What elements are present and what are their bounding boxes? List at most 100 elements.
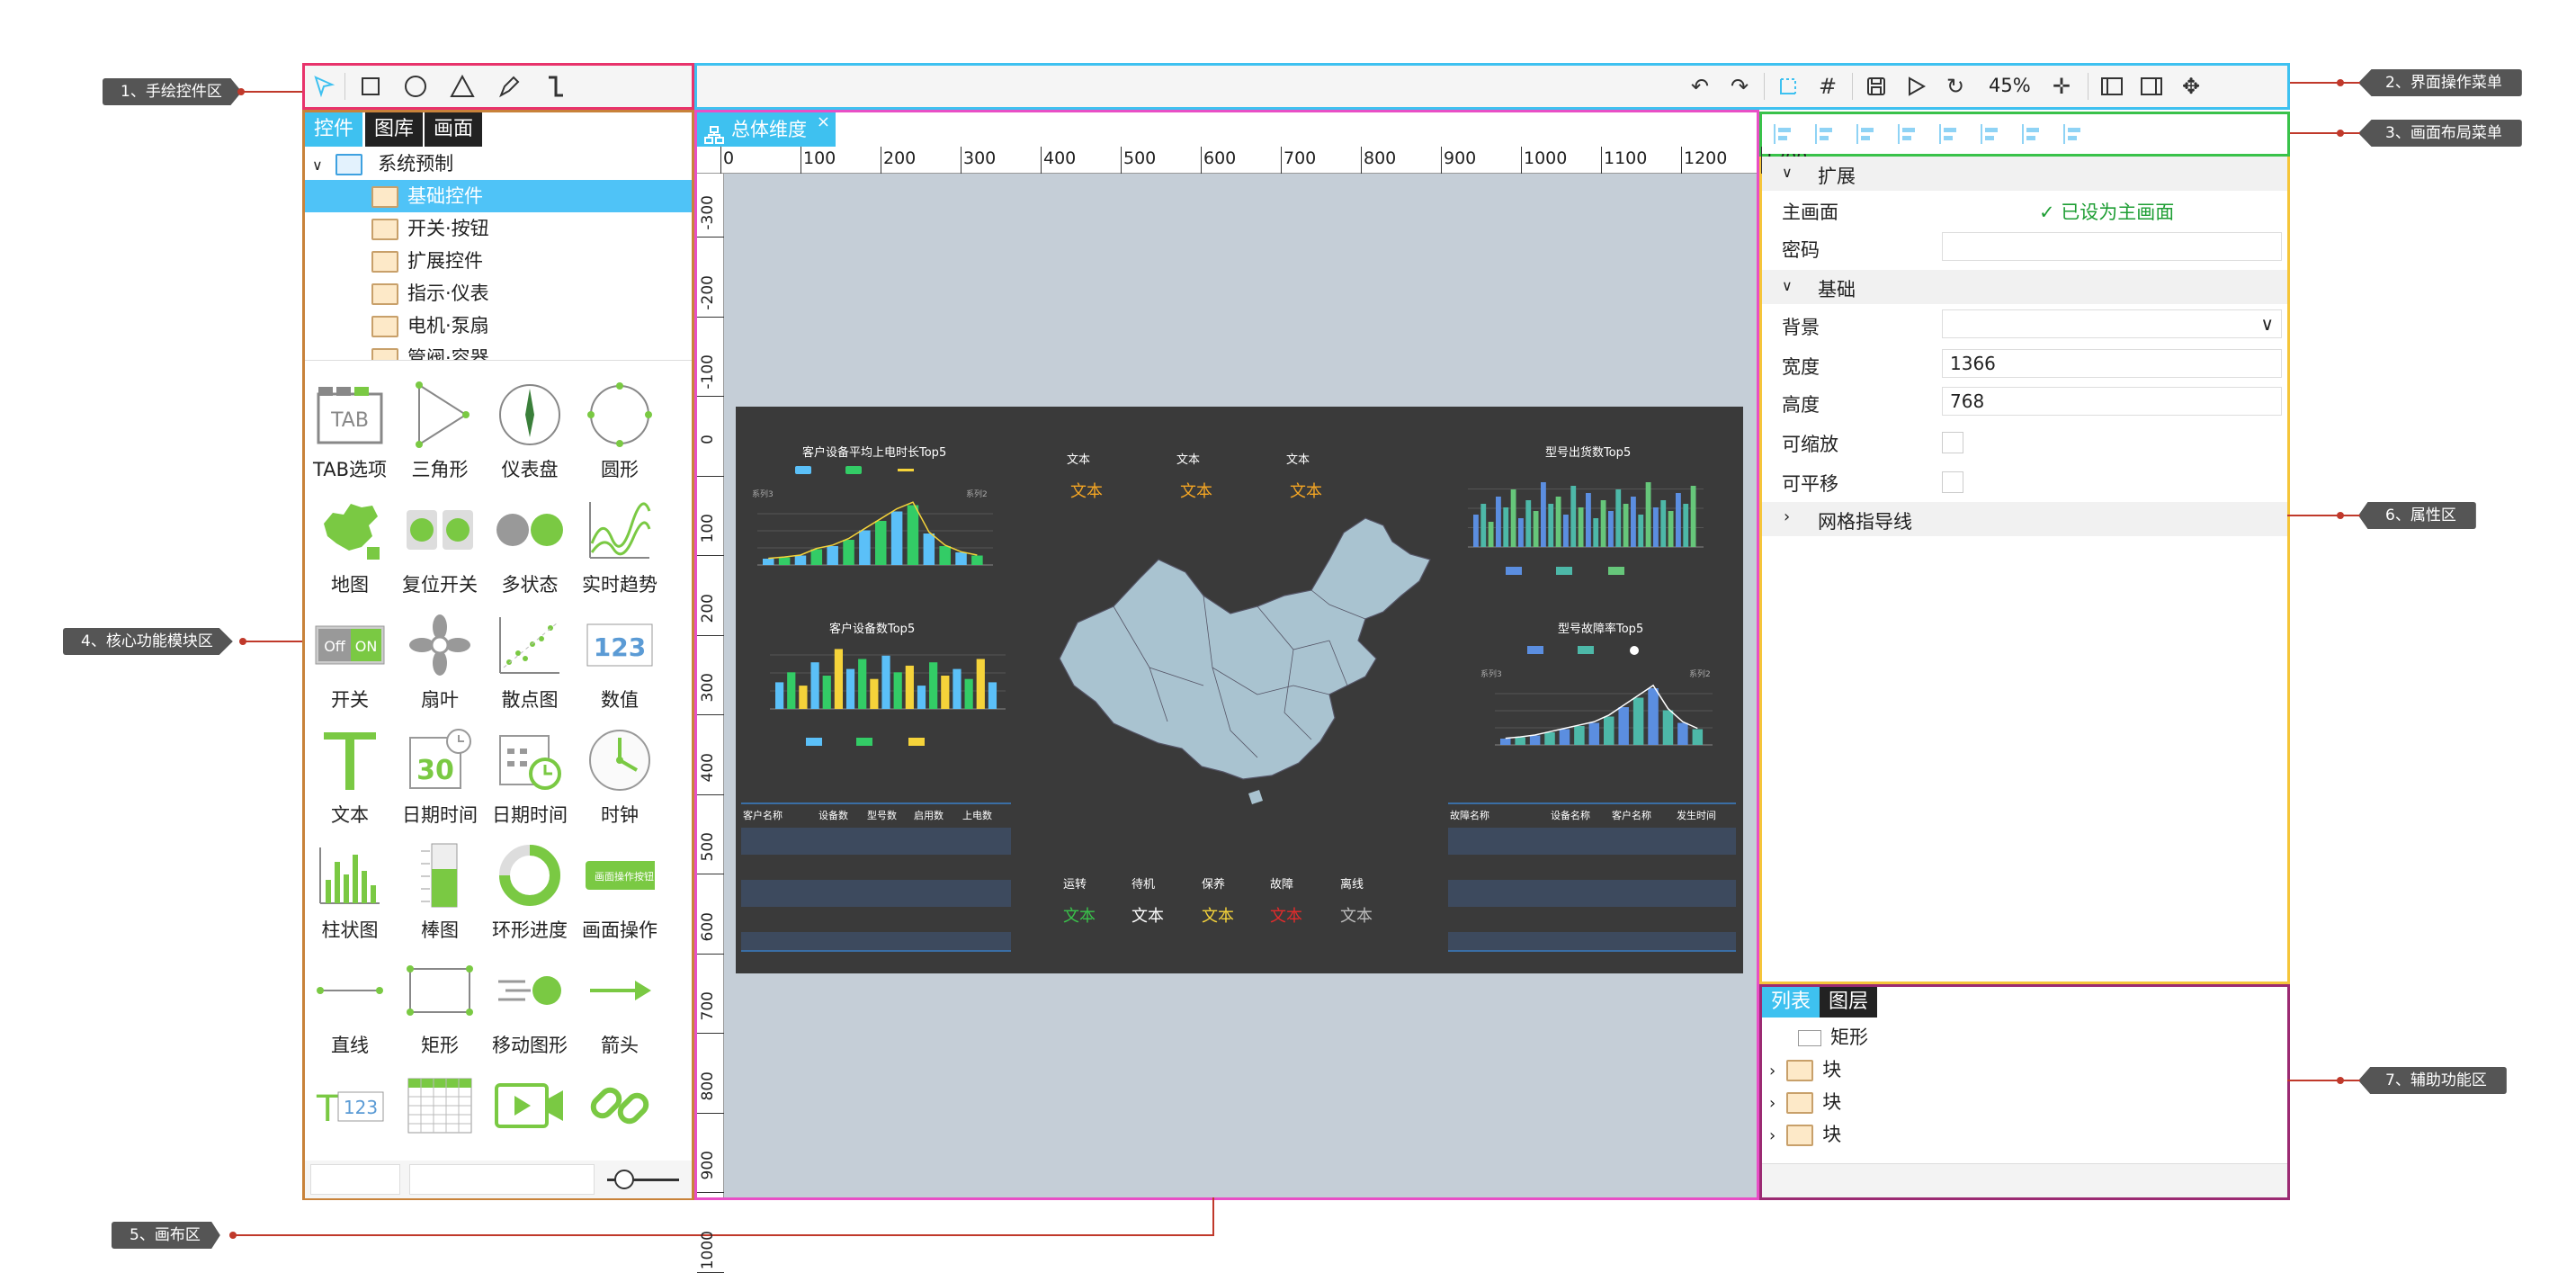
- polyline-tool-icon[interactable]: [541, 71, 571, 102]
- tree-item[interactable]: 开关·按钮: [305, 212, 692, 245]
- tab-gallery[interactable]: 图库: [365, 112, 424, 147]
- component-datetime[interactable]: 30 日期时间: [395, 725, 485, 828]
- pannable-checkbox[interactable]: [1942, 471, 1963, 493]
- chart-bar: [1588, 722, 1600, 745]
- footer-input-1[interactable]: [310, 1164, 400, 1195]
- align-left-icon[interactable]: [1854, 121, 1879, 147]
- component-fan[interactable]: 扇叶: [395, 610, 485, 713]
- dashboard-preview[interactable]: 客户设备平均上电时长Top5 系列3 系列2 客户设备数Top5 文本 文本 文…: [736, 407, 1743, 973]
- align-center-vertical-icon[interactable]: [1812, 121, 1838, 147]
- component-text[interactable]: 文本: [305, 725, 395, 828]
- component-table[interactable]: [395, 1071, 485, 1146]
- component-triangle[interactable]: 三角形: [395, 380, 485, 482]
- section-grid-guides[interactable]: › 网格指导线: [1762, 502, 2287, 536]
- component-realtime-trend[interactable]: 实时趋势: [575, 495, 665, 597]
- folder-icon: [371, 316, 398, 337]
- scalable-checkbox[interactable]: [1942, 432, 1963, 453]
- component-link[interactable]: [575, 1071, 665, 1146]
- circle-tool-icon[interactable]: [400, 71, 431, 102]
- layer-item[interactable]: › 块: [1762, 1086, 2294, 1118]
- grid-icon[interactable]: #: [1812, 71, 1843, 102]
- run-play-icon[interactable]: [1901, 71, 1931, 102]
- component-screen-op[interactable]: 画面操作按钮 画面操作: [575, 840, 665, 943]
- fullscreen-move-icon[interactable]: ✥: [2176, 71, 2206, 102]
- snap-icon[interactable]: [1773, 71, 1803, 102]
- prop-background: 背景 ∨: [1762, 306, 2287, 342]
- folder-icon: [371, 251, 398, 273]
- component-scatter[interactable]: 散点图: [485, 610, 575, 713]
- save-icon[interactable]: [1861, 71, 1892, 102]
- tab-screens[interactable]: 画面: [425, 112, 483, 147]
- component-ring-progress[interactable]: 环形进度: [485, 840, 575, 943]
- tab-list[interactable]: 列表: [1762, 987, 1820, 1018]
- component-switch[interactable]: Off ON 开关: [305, 610, 395, 713]
- layer-item[interactable]: 矩形: [1762, 1021, 2323, 1053]
- component-arrow[interactable]: 箭头: [575, 955, 665, 1058]
- undo-icon[interactable]: ↶: [1685, 71, 1715, 102]
- close-icon[interactable]: ×: [817, 105, 830, 139]
- ruler-tick: [697, 634, 724, 636]
- tree-item[interactable]: 基础控件: [305, 180, 692, 212]
- align-left-edge-icon[interactable]: [1771, 121, 1796, 147]
- select-arrow-icon[interactable]: [309, 71, 339, 102]
- tree-root[interactable]: ∨ 系统预制: [305, 148, 692, 180]
- password-field[interactable]: [1942, 232, 2282, 261]
- section-basic[interactable]: ∨ 基础: [1762, 270, 2287, 304]
- footer-input-2[interactable]: [409, 1164, 595, 1195]
- redo-icon[interactable]: ↷: [1724, 71, 1755, 102]
- text-number-icon: T 123: [315, 1071, 385, 1141]
- left-panel-toggle-icon[interactable]: [2097, 71, 2127, 102]
- tree-item[interactable]: 电机·泵扇: [305, 309, 692, 342]
- center-crosshair-icon[interactable]: ✛: [2046, 71, 2077, 102]
- tree-item[interactable]: 指示·仪表: [305, 277, 692, 309]
- width-field[interactable]: 1366: [1942, 349, 2282, 378]
- component-reset-switch[interactable]: 复位开关: [395, 495, 485, 597]
- pen-tool-icon[interactable]: [494, 71, 524, 102]
- component-text-value[interactable]: T 123: [305, 1071, 395, 1146]
- component-circle[interactable]: 圆形: [575, 380, 665, 482]
- component-bar-chart[interactable]: 柱状图: [305, 840, 395, 943]
- section-extension[interactable]: ∨ 扩展: [1762, 157, 2287, 191]
- component-value[interactable]: 123 数值: [575, 610, 665, 713]
- zoom-level[interactable]: 45%: [1989, 75, 2031, 96]
- component-gauge[interactable]: 仪表盘: [485, 380, 575, 482]
- ruler-label: 1000: [1524, 148, 1568, 168]
- component-datetime-2[interactable]: 日期时间: [485, 725, 575, 828]
- component-tab[interactable]: TAB TAB选项: [305, 380, 395, 482]
- component-multi-state[interactable]: 多状态: [485, 495, 575, 597]
- tree-item[interactable]: 管阀·容器: [305, 342, 692, 360]
- component-bar-gauge[interactable]: 棒图: [395, 840, 485, 943]
- align-center-icon[interactable]: [1895, 121, 1920, 147]
- align-right-icon[interactable]: [1936, 121, 1962, 147]
- rectangle-tool-icon[interactable]: [355, 71, 386, 102]
- tab-controls[interactable]: 控件: [305, 112, 363, 147]
- component-video[interactable]: [485, 1071, 575, 1146]
- component-map[interactable]: 地图: [305, 495, 395, 597]
- component-rectangle[interactable]: 矩形: [395, 955, 485, 1058]
- background-select[interactable]: ∨: [1942, 309, 2282, 338]
- chart-bar: [1653, 507, 1659, 547]
- component-clock[interactable]: 时钟: [575, 725, 665, 828]
- size-slider-thumb[interactable]: [614, 1170, 634, 1189]
- chart-bar: [1660, 500, 1667, 547]
- align-top-icon[interactable]: [1978, 121, 2003, 147]
- refresh-icon[interactable]: ↻: [1940, 71, 1971, 102]
- component-moving-shape[interactable]: 移动图形: [485, 955, 575, 1058]
- layer-item[interactable]: › 块: [1762, 1053, 2294, 1086]
- align-middle-icon[interactable]: [2019, 121, 2044, 147]
- canvas-tab[interactable]: 总体维度 ×: [697, 112, 836, 147]
- tab-layers[interactable]: 图层: [1820, 987, 1878, 1018]
- svg-text:123: 123: [594, 632, 646, 662]
- tree-item[interactable]: 扩展控件: [305, 245, 692, 277]
- table-header: 客户名称: [1612, 810, 1651, 821]
- component-line[interactable]: 直线: [305, 955, 395, 1058]
- triangle-tool-icon[interactable]: [447, 71, 478, 102]
- layer-item[interactable]: › 块: [1762, 1118, 2294, 1151]
- table-row: [1448, 880, 1736, 907]
- ruler-tick: [697, 316, 724, 318]
- right-panel-toggle-icon[interactable]: [2136, 71, 2167, 102]
- align-bottom-icon[interactable]: [2061, 121, 2086, 147]
- height-field[interactable]: 768: [1942, 387, 2282, 416]
- callout-layout-menu: 3、画面布局菜单: [2358, 120, 2522, 147]
- callout-screen-menu: 2、界面操作菜单: [2358, 69, 2522, 96]
